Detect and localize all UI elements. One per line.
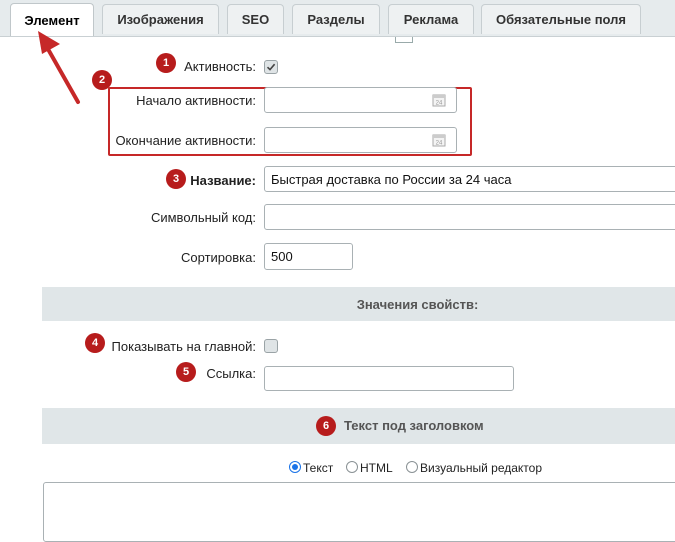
text-section-title: Текст под заголовком [344, 418, 484, 433]
annotation-badge-4: 4 [85, 333, 105, 353]
active-label: Активность: [184, 59, 256, 74]
tab-required-fields[interactable]: Обязательные поля [481, 4, 641, 34]
end-activity-label: Окончание активности: [115, 133, 256, 148]
text-editor-area[interactable] [43, 482, 675, 542]
name-input[interactable]: Быстрая доставка по России за 24 часа [264, 166, 675, 192]
start-activity-input[interactable]: 24 [264, 87, 457, 113]
show-main-checkbox[interactable] [264, 339, 278, 353]
radio-text[interactable] [289, 461, 301, 473]
calendar-icon[interactable]: 24 [432, 93, 446, 107]
calendar-icon[interactable]: 24 [432, 133, 446, 147]
tab-element[interactable]: Элемент [10, 3, 94, 36]
name-label: Название: [190, 173, 256, 188]
annotation-badge-2: 2 [92, 70, 112, 90]
tab-advertising[interactable]: Реклама [388, 4, 474, 34]
active-checkbox[interactable] [264, 60, 278, 74]
radio-visual-editor[interactable] [406, 461, 418, 473]
code-input[interactable] [264, 204, 675, 230]
tab-sections[interactable]: Разделы [292, 4, 380, 34]
link-label: Ссылка: [206, 366, 256, 381]
radio-html[interactable] [346, 461, 358, 473]
properties-header: Значения свойств: [42, 287, 675, 321]
sort-input[interactable]: 500 [264, 243, 353, 270]
link-input[interactable] [264, 366, 514, 391]
properties-header-label: Значения свойств: [356, 296, 479, 312]
tab-images[interactable]: Изображения [102, 4, 219, 34]
show-main-label: Показывать на главной: [111, 339, 256, 354]
start-activity-label: Начало активности: [136, 93, 256, 108]
end-activity-input[interactable]: 24 [264, 127, 457, 153]
sort-value: 500 [271, 249, 293, 264]
svg-text:24: 24 [436, 141, 443, 147]
tab-bar: Элемент Изображения SEO Разделы Реклама … [0, 0, 675, 37]
svg-text:24: 24 [436, 101, 443, 107]
scroll-marker [395, 37, 413, 43]
element-form: 1 Активность: 2 Начало активности: 24 Ок… [0, 37, 675, 542]
radio-visual-editor-label: Визуальный редактор [420, 461, 543, 475]
sort-label: Сортировка: [181, 250, 256, 265]
annotation-badge-5: 5 [176, 362, 196, 382]
radio-text-label: Текст [303, 461, 334, 475]
name-value: Быстрая доставка по России за 24 часа [271, 171, 512, 187]
radio-html-label: HTML [360, 461, 393, 475]
code-label: Символьный код: [150, 210, 256, 225]
checkmark-icon [266, 63, 276, 71]
tab-seo[interactable]: SEO [227, 4, 284, 34]
annotation-badge-6: 6 [316, 416, 336, 436]
